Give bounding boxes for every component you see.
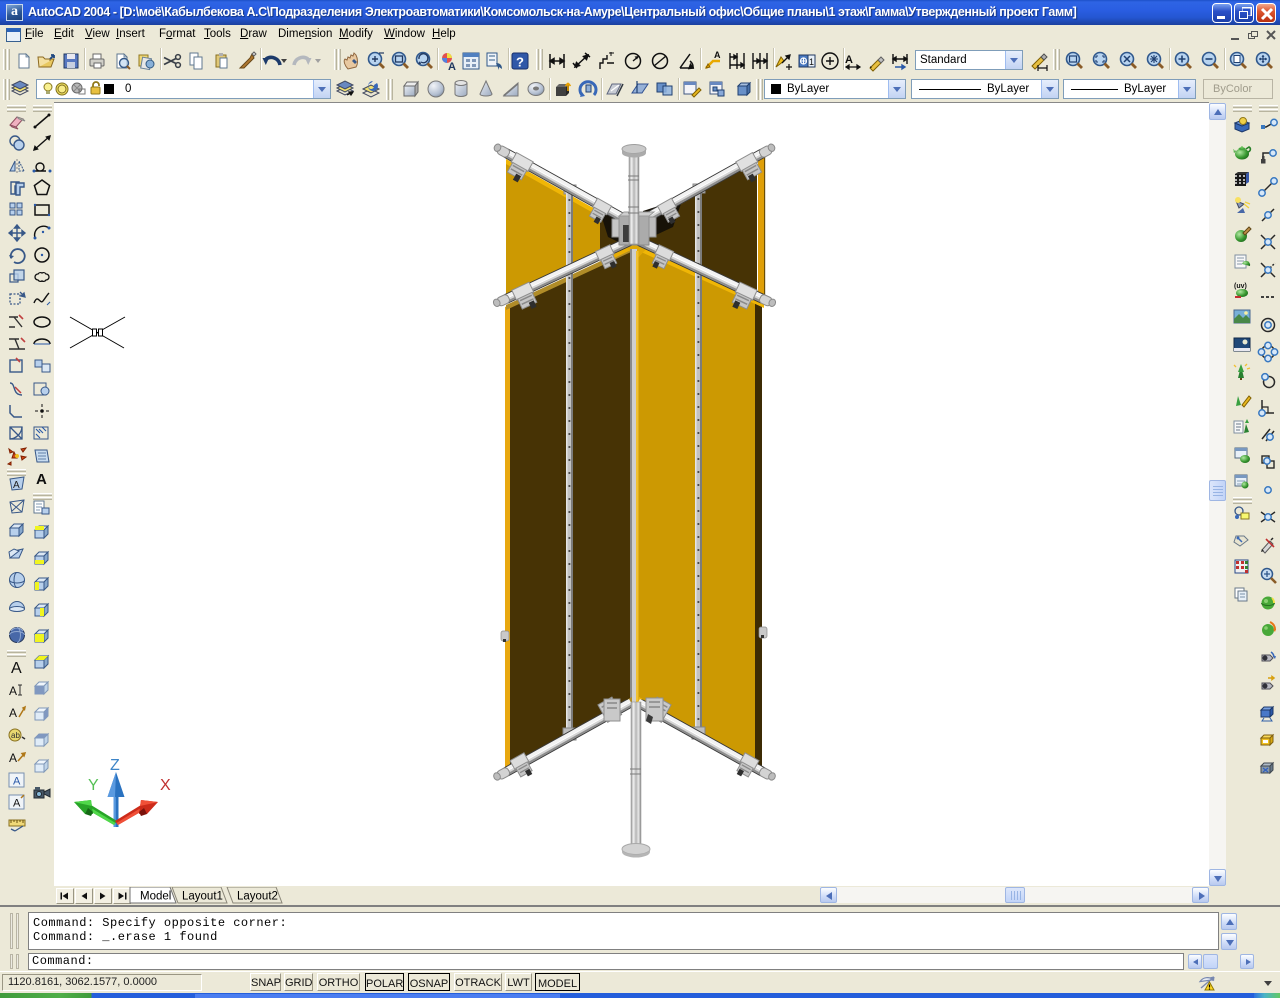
svg-text:Layout2: Layout2 (237, 891, 278, 903)
svg-text:?: ? (516, 55, 524, 70)
svg-text:Y: Y (88, 777, 99, 794)
svg-text:Model: Model (140, 891, 171, 903)
svg-text:Layout1: Layout1 (182, 891, 223, 903)
svg-text:A: A (9, 706, 17, 720)
svg-text:ab: ab (11, 731, 20, 740)
svg-text:1: 1 (809, 57, 814, 67)
svg-text:A: A (36, 471, 47, 488)
svg-text:Z: Z (110, 757, 120, 774)
svg-text:(uv): (uv) (1234, 283, 1247, 290)
svg-text:A: A (9, 751, 17, 765)
svg-text:A: A (13, 798, 21, 810)
svg-text:A: A (11, 660, 22, 677)
svg-text:A: A (13, 480, 20, 491)
svg-text:A: A (714, 50, 721, 60)
svg-text:A: A (13, 776, 21, 788)
svg-text:A: A (448, 61, 456, 73)
svg-text:A: A (845, 54, 853, 66)
svg-text:X: X (160, 777, 171, 794)
svg-text:A: A (9, 684, 17, 698)
